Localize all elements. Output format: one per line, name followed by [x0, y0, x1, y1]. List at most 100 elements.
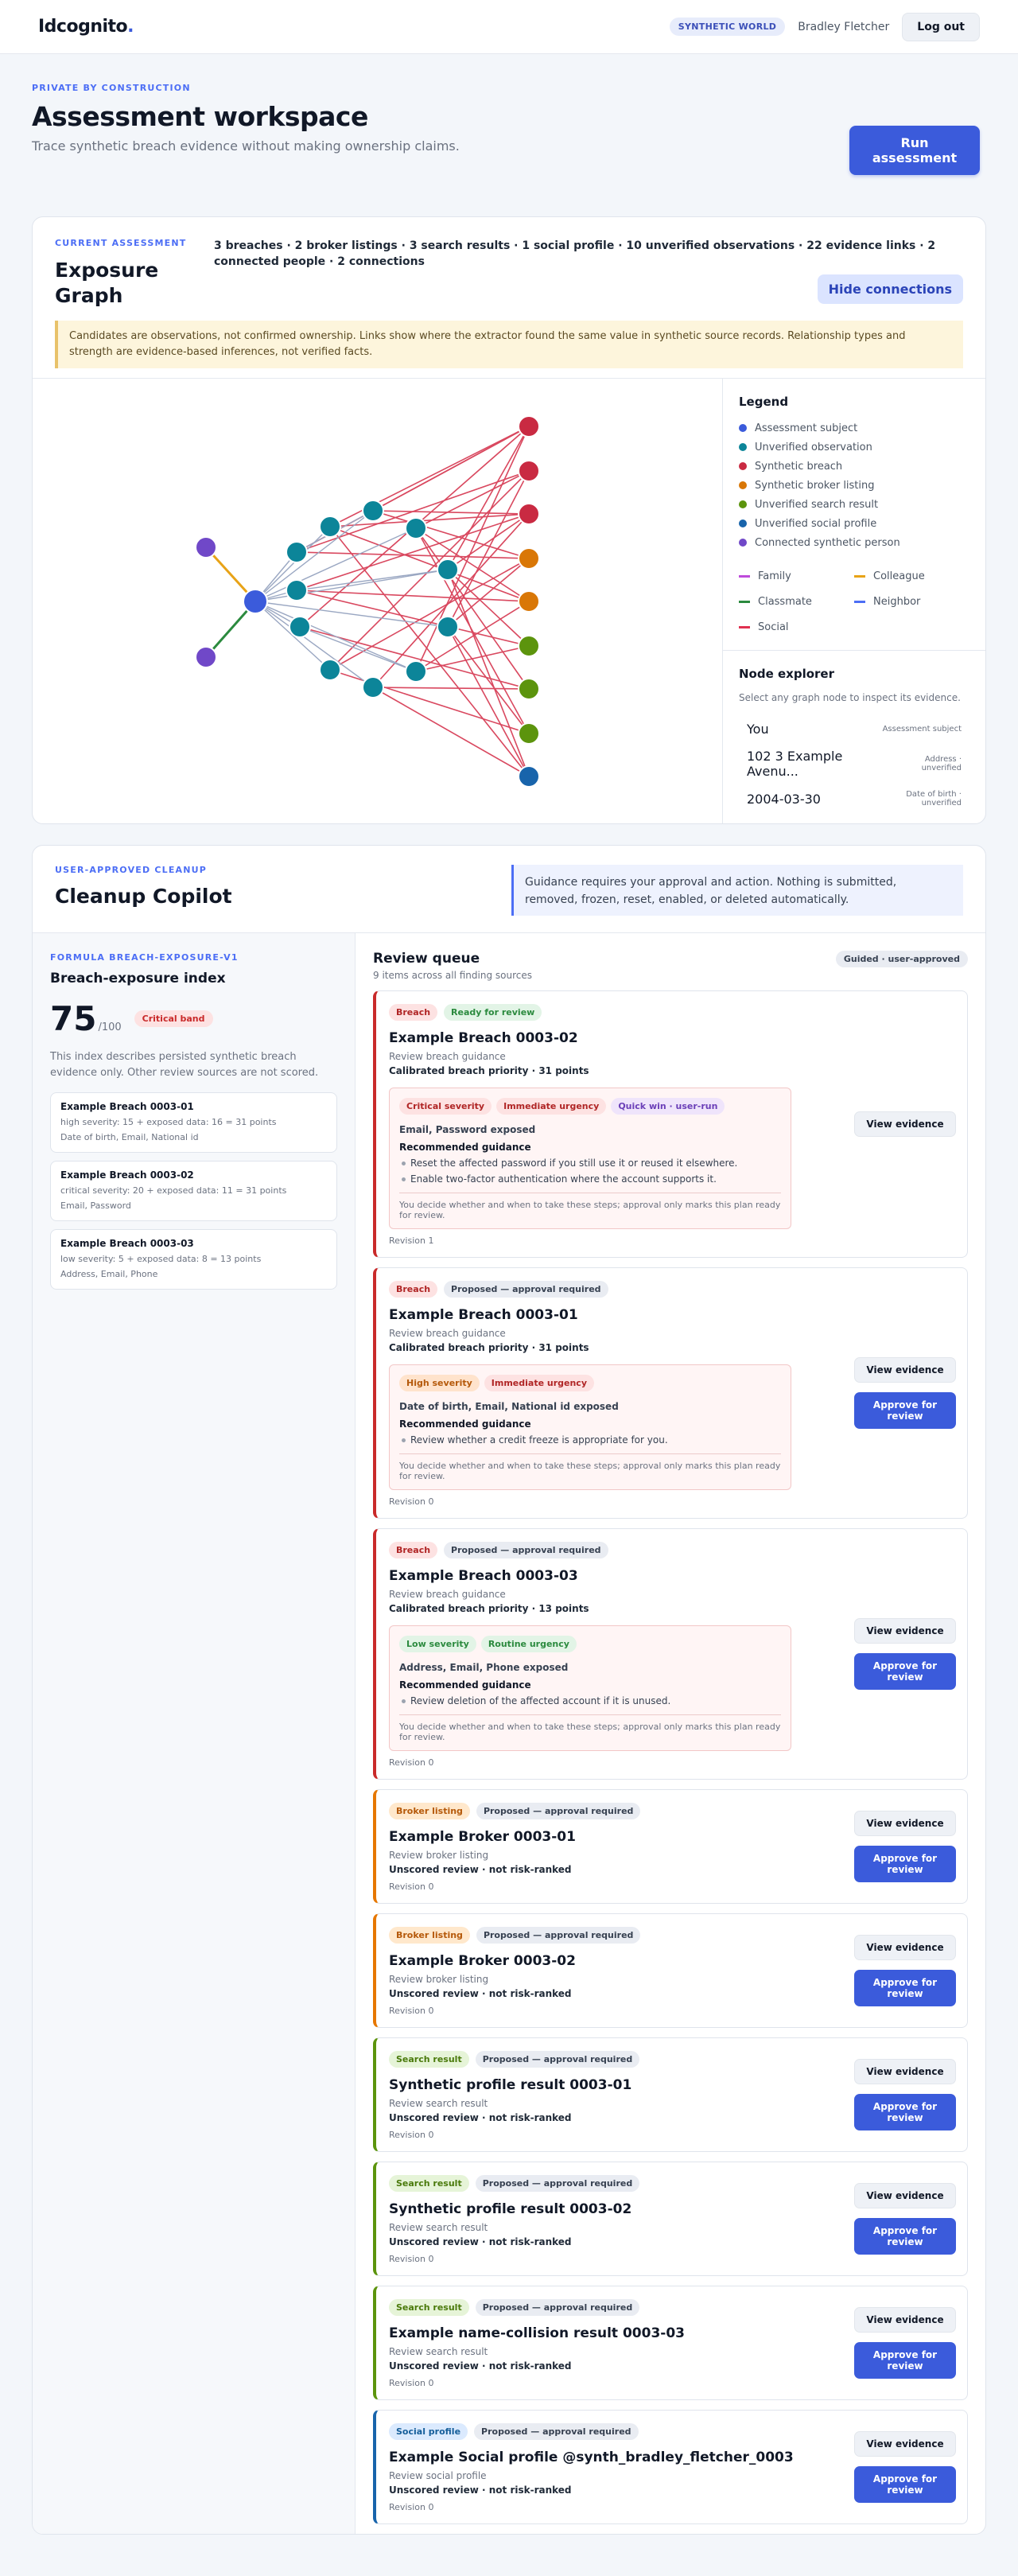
exposure-graph-canvas[interactable]	[33, 379, 723, 824]
graph-node-subject[interactable]	[243, 589, 268, 614]
view-evidence-button[interactable]: View evidence	[854, 1357, 956, 1383]
graph-node-breach[interactable]	[518, 460, 540, 482]
legend-item: Synthetic broker listing	[739, 476, 969, 495]
graph-node-observation[interactable]	[286, 579, 308, 601]
brand-logo[interactable]: Idcognito.	[38, 17, 134, 37]
logout-button[interactable]: Log out	[902, 12, 980, 41]
approve-button[interactable]: Approve for review	[854, 2094, 956, 2130]
evidence-link	[415, 426, 530, 672]
graph-node-observation[interactable]	[405, 517, 427, 539]
relation-swatch	[739, 600, 750, 603]
graph-node-observation[interactable]	[437, 616, 459, 638]
approve-button[interactable]: Approve for review	[854, 1970, 956, 2006]
item-revision: Revision 0	[389, 2130, 434, 2140]
cleanup-card: USER-APPROVED CLEANUP Cleanup Copilot Gu…	[32, 845, 986, 2535]
graph-node-broker[interactable]	[518, 547, 540, 570]
explorer-node-row[interactable]: 2004-03-30 Date of birth · unverified	[739, 781, 969, 816]
graph-node-broker[interactable]	[518, 590, 540, 613]
legend-swatch	[739, 539, 747, 547]
graph-node-search[interactable]	[518, 635, 540, 657]
legend-swatch	[739, 500, 747, 508]
cleanup-eyebrow: USER-APPROVED CLEANUP	[55, 865, 208, 875]
item-name: Example Breach 0003-01	[389, 1307, 578, 1323]
approval-note: Guidance requires your approval and acti…	[511, 865, 963, 916]
review-queue: Review queue 9 items across all finding …	[356, 933, 985, 2534]
ownership-notice: Candidates are observations, not confirm…	[55, 321, 963, 368]
legend-label: Connected synthetic person	[755, 536, 900, 549]
approve-button[interactable]: Approve for review	[854, 2342, 956, 2379]
guidance-footer: You decide whether and when to take thes…	[399, 1453, 781, 1481]
legend-item: Assessment subject	[739, 418, 969, 438]
approve-button[interactable]: Approve for review	[854, 2218, 956, 2255]
graph-node-breach[interactable]	[518, 503, 540, 525]
exposure-score: 75	[50, 999, 97, 1038]
status-badge: Proposed — approval required	[475, 2299, 640, 2316]
guidance-footer: You decide whether and when to take thes…	[399, 1193, 781, 1220]
explorer-node-row[interactable]: You Assessment subject	[739, 711, 969, 746]
queue-item: Search result Proposed — approval require…	[373, 2286, 968, 2400]
explorer-node-row[interactable]: 102 3 Example Avenu... Address · unverifi…	[739, 746, 969, 781]
assessment-stats: 3 breaches · 2 broker listings · 3 searc…	[214, 239, 936, 268]
graph-node-observation[interactable]	[362, 676, 384, 698]
exposure-graph[interactable]	[33, 379, 723, 823]
item-actions: View evidence Approve for review	[854, 2183, 956, 2255]
relation-swatch	[854, 600, 865, 603]
view-evidence-button[interactable]: View evidence	[854, 2059, 956, 2084]
node-kind: Address · unverified	[921, 755, 962, 772]
run-assessment-button[interactable]: Run assessment	[849, 126, 980, 175]
view-evidence-button[interactable]: View evidence	[854, 1618, 956, 1644]
approve-button[interactable]: Approve for review	[854, 2466, 956, 2503]
formula-breach-item: Example Breach 0003-02 critical severity:…	[50, 1161, 337, 1221]
breach-calculation: critical severity: 20 + exposed data: 11…	[60, 1185, 287, 1196]
hide-connections-button[interactable]: Hide connections	[817, 274, 963, 304]
guidance-box: High severity Immediate urgency Date of bi…	[389, 1364, 791, 1490]
view-evidence-button[interactable]: View evidence	[854, 2183, 956, 2208]
view-evidence-button[interactable]: View evidence	[854, 2307, 956, 2333]
urgency-badge: Routine urgency	[480, 1636, 577, 1652]
view-evidence-button[interactable]: View evidence	[854, 1935, 956, 1960]
item-priority: Calibrated breach priority · 31 points	[389, 1342, 589, 1353]
view-evidence-button[interactable]: View evidence	[854, 2431, 956, 2457]
graph-node-search[interactable]	[518, 678, 540, 700]
queue-item: Broker listing Proposed — approval requir…	[373, 1789, 968, 1904]
approve-button[interactable]: Approve for review	[854, 1846, 956, 1882]
legend-label: Unverified search result	[755, 498, 879, 511]
legend-swatch	[739, 481, 747, 489]
top-bar: Idcognito. SYNTHETIC WORLD Bradley Fletc…	[0, 0, 1018, 54]
breach-data: Date of birth, Email, National id	[60, 1132, 199, 1142]
guidance-tags: Low severity Routine urgency	[399, 1636, 781, 1652]
status-badge: Proposed — approval required	[444, 1281, 608, 1298]
queue-item: Breach Proposed — approval required Exampl…	[373, 1528, 968, 1780]
legend-label: Synthetic broker listing	[755, 479, 875, 492]
item-revision: Revision 0	[389, 1881, 434, 1892]
severity-badge: Low severity	[399, 1636, 476, 1652]
graph-node-person[interactable]	[195, 536, 217, 558]
approve-button[interactable]: Approve for review	[854, 1392, 956, 1429]
approve-button[interactable]: Approve for review	[854, 1653, 956, 1690]
graph-node-search[interactable]	[518, 722, 540, 745]
evidence-link	[372, 510, 530, 515]
graph-node-social[interactable]	[518, 765, 540, 788]
graph-node-observation[interactable]	[437, 558, 459, 581]
relation-swatch	[739, 574, 750, 578]
view-evidence-button[interactable]: View evidence	[854, 1111, 956, 1137]
relation-legend-item: Social	[739, 617, 854, 636]
graph-node-observation[interactable]	[362, 500, 384, 522]
legend-item: Unverified observation	[739, 438, 969, 457]
view-evidence-button[interactable]: View evidence	[854, 1811, 956, 1836]
graph-node-person[interactable]	[195, 646, 217, 668]
item-actions: View evidence Approve for review	[854, 2059, 956, 2130]
graph-node-observation[interactable]	[405, 660, 427, 683]
graph-node-breach[interactable]	[518, 415, 540, 438]
graph-node-observation[interactable]	[289, 616, 311, 638]
recommended-heading: Recommended guidance	[399, 1679, 531, 1691]
graph-node-observation[interactable]	[319, 516, 341, 538]
kind-badge: Breach	[389, 1542, 438, 1558]
item-actions: View evidence Approve for review	[854, 1811, 956, 1882]
urgency-badge: Immediate urgency	[484, 1375, 594, 1391]
legend-label: Unverified social profile	[755, 517, 877, 530]
graph-node-observation[interactable]	[319, 659, 341, 681]
graph-node-observation[interactable]	[286, 541, 308, 563]
kind-badge: Broker listing	[389, 1803, 470, 1819]
item-name: Example Breach 0003-02	[389, 1030, 578, 1046]
